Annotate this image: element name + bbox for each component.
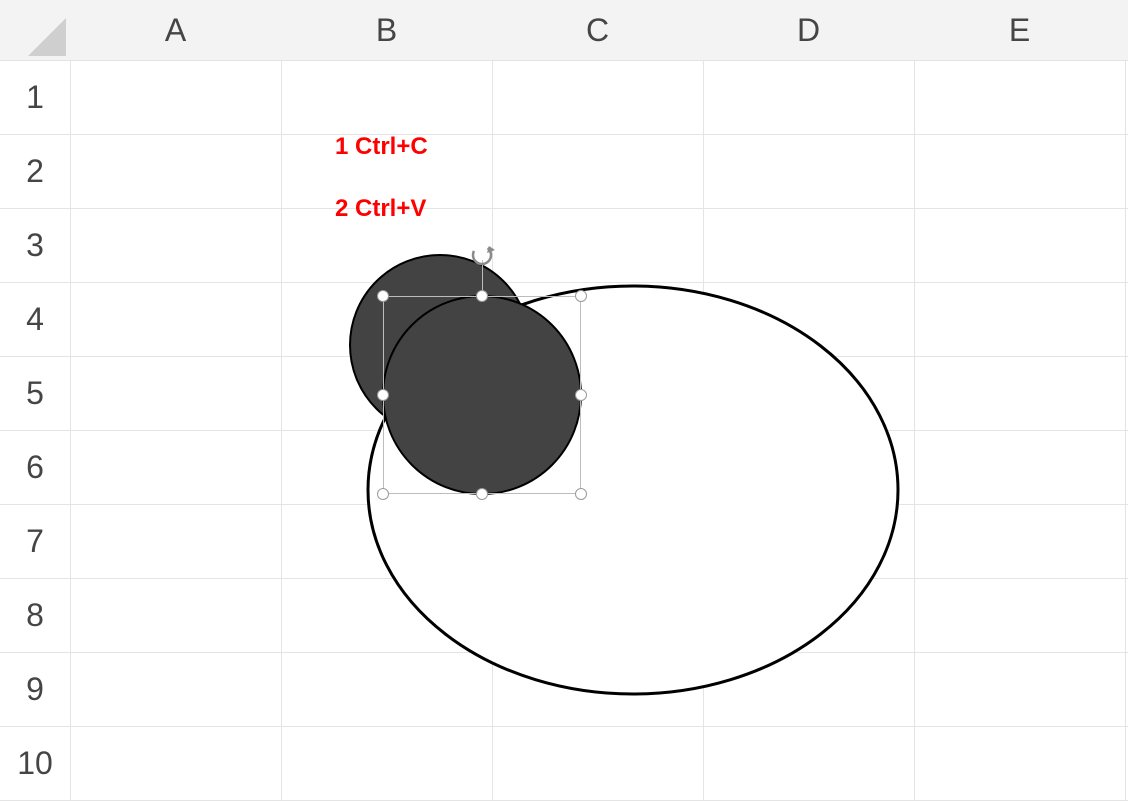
resize-handle-s[interactable]: [476, 488, 488, 500]
row-header-2[interactable]: 2: [0, 134, 70, 208]
column-header-B[interactable]: B: [281, 0, 492, 60]
spreadsheet-grid[interactable]: ABCDE 12345678910 1 Ctrl+C 2 Ctrl+V: [0, 0, 1128, 800]
row-header-8[interactable]: 8: [0, 578, 70, 652]
column-header-D[interactable]: D: [703, 0, 914, 60]
resize-handle-e[interactable]: [575, 389, 587, 401]
row-header-9[interactable]: 9: [0, 652, 70, 726]
row-header-10[interactable]: 10: [0, 726, 70, 800]
row-header-3[interactable]: 3: [0, 208, 70, 282]
row-header-6[interactable]: 6: [0, 430, 70, 504]
resize-handle-nw[interactable]: [377, 290, 389, 302]
row-header-7[interactable]: 7: [0, 504, 70, 578]
column-headers: ABCDE: [0, 0, 1128, 60]
resize-handle-w[interactable]: [377, 389, 389, 401]
column-header-C[interactable]: C: [492, 0, 703, 60]
resize-handle-sw[interactable]: [377, 488, 389, 500]
row-header-5[interactable]: 5: [0, 356, 70, 430]
resize-handle-ne[interactable]: [575, 290, 587, 302]
shape-selection-box[interactable]: [383, 296, 581, 494]
column-header-E[interactable]: E: [914, 0, 1125, 60]
annotation-paste: 2 Ctrl+V: [335, 195, 426, 223]
row-header-4[interactable]: 4: [0, 282, 70, 356]
select-all-triangle-icon: [28, 18, 66, 56]
annotation-copy: 1 Ctrl+C: [335, 133, 428, 161]
resize-handle-se[interactable]: [575, 488, 587, 500]
column-header-A[interactable]: A: [70, 0, 281, 60]
rotation-handle-icon[interactable]: [469, 242, 495, 268]
resize-handle-n[interactable]: [476, 290, 488, 302]
select-all-corner[interactable]: [0, 0, 70, 60]
row-header-1[interactable]: 1: [0, 60, 70, 134]
